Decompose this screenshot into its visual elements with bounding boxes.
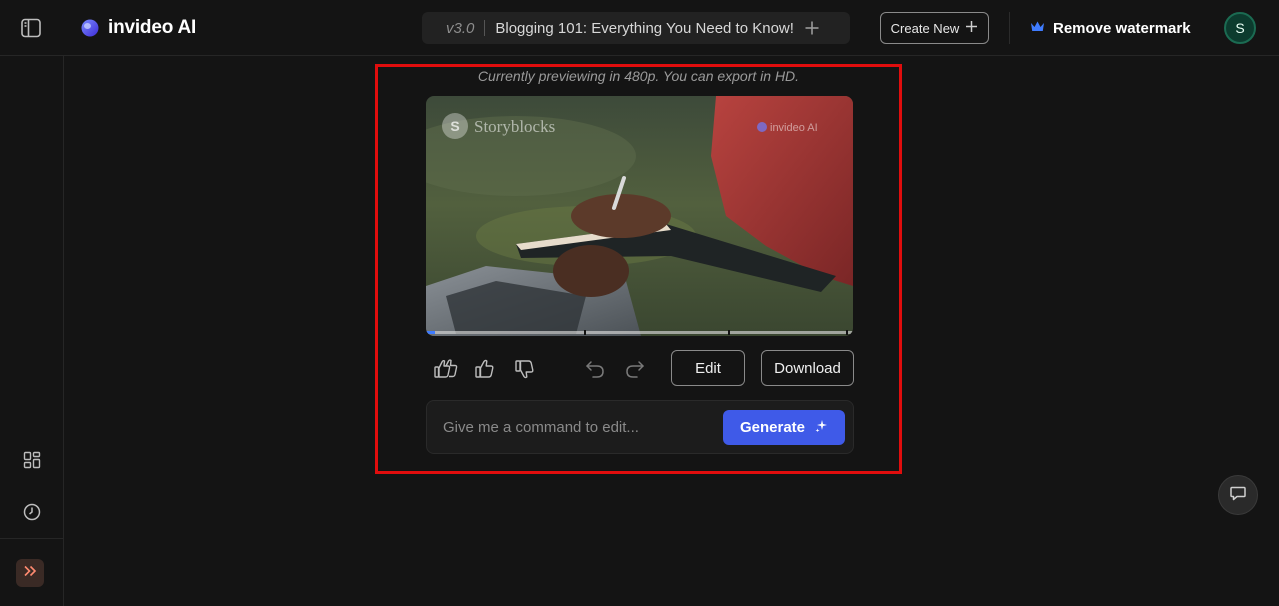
undo-icon[interactable] bbox=[584, 358, 606, 380]
version-label: v3.0 bbox=[446, 20, 474, 37]
crown-icon bbox=[1030, 20, 1045, 37]
left-sidebar bbox=[0, 56, 64, 606]
pill-divider bbox=[484, 20, 485, 36]
sidebar-divider bbox=[0, 538, 63, 539]
video-preview[interactable]: S Storyblocks invideo AI bbox=[426, 96, 853, 336]
app-root: invideo AI v3.0 Blogging 101: Everything… bbox=[0, 0, 1279, 606]
top-header: invideo AI v3.0 Blogging 101: Everything… bbox=[0, 0, 1279, 56]
remove-watermark-label: Remove watermark bbox=[1053, 20, 1191, 37]
command-input[interactable] bbox=[443, 415, 723, 439]
remove-watermark-button[interactable]: Remove watermark bbox=[1030, 17, 1191, 39]
download-button[interactable]: Download bbox=[761, 350, 854, 386]
scene-marker bbox=[584, 330, 586, 335]
progress-track[interactable] bbox=[426, 331, 853, 334]
scene-marker bbox=[728, 330, 730, 335]
panel-left-icon[interactable] bbox=[20, 17, 42, 39]
edit-label: Edit bbox=[695, 360, 721, 377]
thumbs-up-icon[interactable] bbox=[474, 358, 496, 380]
edit-button[interactable]: Edit bbox=[671, 350, 745, 386]
generate-label: Generate bbox=[740, 419, 805, 436]
thumbs-down-icon[interactable] bbox=[514, 358, 536, 380]
project-title[interactable]: Blogging 101: Everything You Need to Kno… bbox=[495, 20, 794, 37]
sparkle-icon bbox=[815, 419, 828, 436]
chat-button[interactable] bbox=[1218, 475, 1258, 515]
brand[interactable]: invideo AI bbox=[80, 16, 196, 40]
clock-icon[interactable] bbox=[22, 502, 42, 522]
header-divider bbox=[1009, 12, 1010, 44]
plus-icon bbox=[965, 20, 978, 36]
avatar[interactable]: S bbox=[1224, 12, 1256, 44]
redo-icon[interactable] bbox=[624, 358, 646, 380]
expand-sidebar-button[interactable] bbox=[16, 559, 44, 587]
double-thumbs-up-icon[interactable] bbox=[434, 358, 460, 380]
chat-bubble-icon bbox=[1229, 484, 1247, 507]
create-new-button[interactable]: Create New bbox=[880, 12, 989, 44]
svg-text:S: S bbox=[450, 118, 459, 134]
command-box: Generate bbox=[426, 400, 854, 454]
progress-fill bbox=[426, 331, 435, 334]
generate-button[interactable]: Generate bbox=[723, 410, 845, 445]
invideo-logo-icon bbox=[80, 18, 100, 38]
project-pill[interactable]: v3.0 Blogging 101: Everything You Need t… bbox=[422, 12, 850, 44]
create-new-label: Create New bbox=[891, 21, 960, 36]
invideo-watermark: invideo AI bbox=[770, 122, 818, 134]
scene-marker bbox=[846, 330, 848, 335]
brand-name: invideo AI bbox=[108, 17, 196, 39]
avatar-initial: S bbox=[1235, 20, 1244, 36]
storyblocks-watermark: Storyblocks bbox=[474, 117, 555, 136]
layout-grid-icon[interactable] bbox=[22, 450, 42, 470]
chevrons-right-icon bbox=[22, 563, 38, 584]
preview-note: Currently previewing in 480p. You can ex… bbox=[376, 68, 901, 84]
download-label: Download bbox=[774, 360, 841, 377]
video-actions: Edit Download bbox=[426, 350, 854, 386]
plus-icon[interactable] bbox=[804, 20, 820, 36]
